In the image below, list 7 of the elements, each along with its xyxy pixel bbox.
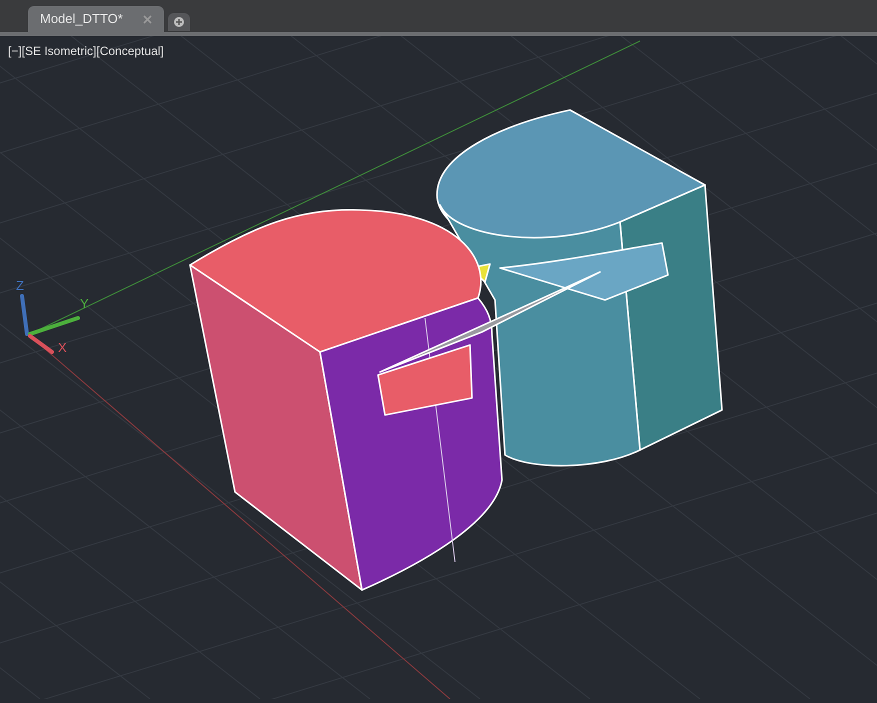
viewport-label[interactable]: [−][SE Isometric][Conceptual] — [8, 42, 164, 60]
axis-label: Y — [80, 296, 89, 311]
tab[interactable]: Model_DTTO* — [28, 6, 164, 32]
axis-label: X — [58, 340, 67, 355]
new-tab-button[interactable] — [168, 13, 190, 31]
axis-label: Z — [16, 278, 24, 293]
plus-icon — [174, 17, 184, 27]
